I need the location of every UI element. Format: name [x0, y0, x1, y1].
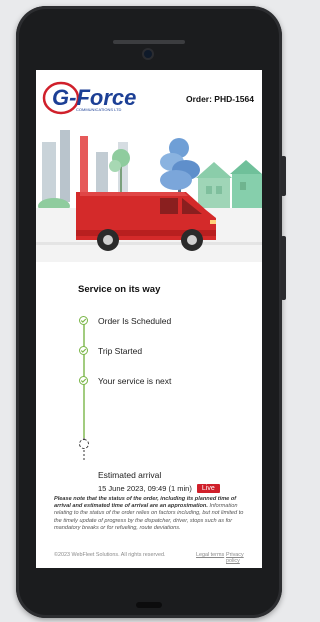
step-trip-started: Trip Started — [98, 346, 143, 356]
earpiece-speaker — [113, 40, 185, 44]
power-button — [281, 236, 286, 300]
volume-button — [281, 156, 286, 196]
page-header: G-Force COMMUNICATIONS LTD Order: PHD-15… — [36, 70, 262, 122]
charging-port — [136, 602, 162, 608]
gforce-logo: G-Force COMMUNICATIONS LTD — [42, 81, 136, 115]
logo-subtext: COMMUNICATIONS LTD — [76, 107, 122, 112]
phone-device: G-Force COMMUNICATIONS LTD Order: PHD-15… — [16, 6, 286, 618]
order-number: Order: PHD-1564 — [185, 94, 254, 104]
copyright-text: ©2023 WebFleet Solutions. All rights res… — [54, 552, 166, 558]
live-badge: Live — [196, 484, 220, 493]
pending-step-icon — [79, 439, 89, 449]
step-icon-check — [79, 316, 88, 325]
progress-timeline: Order Is Scheduled Trip Started Your ser… — [36, 302, 262, 462]
step-icon-check — [79, 376, 88, 385]
step-service-next: Your service is next — [98, 376, 172, 386]
estimated-arrival-label: Estimated arrival — [98, 470, 162, 480]
step-order-scheduled: Order Is Scheduled — [98, 316, 172, 326]
legal-terms-link[interactable]: Legal terms — [196, 552, 224, 558]
front-camera — [144, 50, 152, 58]
status-title: Service on its way — [78, 284, 161, 295]
privacy-policy-link[interactable]: Privacy policy — [226, 552, 254, 564]
arrival-datetime: 15 June 2023, 09:49 (1 min) Live — [98, 484, 220, 493]
disclaimer-text: Please note that the status of the order… — [54, 496, 250, 532]
arrival-time-text: 15 June 2023, 09:49 (1 min) — [98, 484, 192, 493]
step-icon-check — [79, 346, 88, 355]
tracking-screen: G-Force COMMUNICATIONS LTD Order: PHD-15… — [36, 70, 262, 568]
delivery-illustration — [36, 122, 262, 262]
